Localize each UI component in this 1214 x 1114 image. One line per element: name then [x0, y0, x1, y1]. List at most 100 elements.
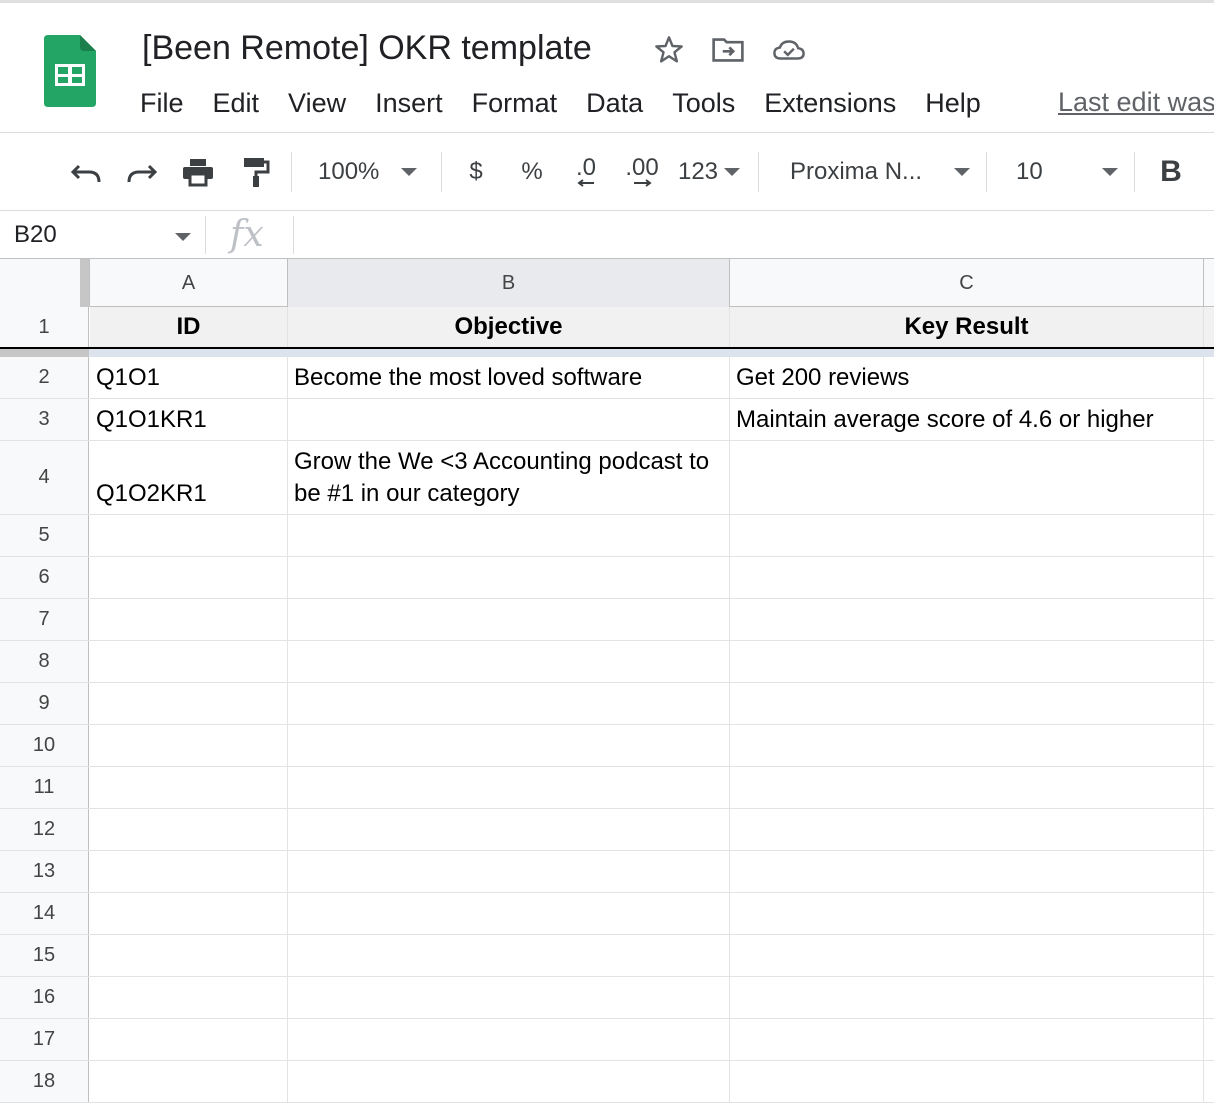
row-header[interactable]: 18 [0, 1061, 89, 1102]
row-header[interactable]: 13 [0, 851, 89, 892]
cell[interactable] [90, 851, 288, 892]
cell[interactable] [90, 767, 288, 808]
cell[interactable] [288, 557, 730, 598]
menu-edit[interactable]: Edit [213, 88, 260, 119]
row-header[interactable]: 11 [0, 767, 89, 808]
cell[interactable] [288, 725, 730, 766]
cell[interactable] [288, 809, 730, 850]
sheets-logo-icon[interactable] [44, 35, 96, 107]
cell-c4[interactable] [730, 441, 1204, 514]
cell[interactable] [288, 641, 730, 682]
cell[interactable] [90, 1061, 288, 1102]
cell[interactable] [288, 683, 730, 724]
cell-b2[interactable]: Become the most loved software [288, 357, 730, 398]
paint-format-icon[interactable] [236, 152, 276, 192]
name-box[interactable]: B20 [14, 221, 57, 249]
move-folder-icon[interactable] [711, 33, 745, 67]
cell[interactable] [730, 977, 1204, 1018]
menu-extensions[interactable]: Extensions [764, 88, 896, 119]
select-all-corner[interactable] [0, 259, 90, 307]
row-header[interactable]: 7 [0, 599, 89, 640]
undo-icon[interactable] [66, 152, 106, 192]
cell[interactable] [288, 893, 730, 934]
bold-button[interactable]: B [1154, 152, 1188, 192]
cell[interactable] [730, 809, 1204, 850]
row-header[interactable]: 15 [0, 935, 89, 976]
row-header[interactable]: 12 [0, 809, 89, 850]
cell[interactable] [90, 893, 288, 934]
row-header[interactable]: 9 [0, 683, 89, 724]
frozen-row-divider[interactable] [0, 349, 1214, 357]
cell-a1[interactable]: ID [90, 307, 288, 347]
document-title[interactable]: [Been Remote] OKR template [142, 29, 592, 68]
row-header[interactable]: 1 [0, 307, 89, 347]
cloud-saved-icon[interactable] [772, 33, 806, 67]
menu-view[interactable]: View [288, 88, 346, 119]
increase-decimal-button[interactable]: .00 [620, 152, 664, 192]
redo-icon[interactable] [122, 152, 162, 192]
row-header[interactable]: 14 [0, 893, 89, 934]
font-size-select[interactable]: 10 [1016, 152, 1118, 192]
cell[interactable] [90, 977, 288, 1018]
column-header-a[interactable]: A [90, 259, 288, 307]
cell[interactable] [730, 767, 1204, 808]
cell-c2[interactable]: Get 200 reviews [730, 357, 1204, 398]
percent-format-button[interactable]: % [516, 152, 548, 192]
cell-d1[interactable] [1204, 307, 1214, 347]
row-header[interactable]: 10 [0, 725, 89, 766]
currency-format-button[interactable]: $ [460, 152, 492, 192]
decrease-decimal-button[interactable]: .0 [566, 152, 606, 192]
menu-help[interactable]: Help [925, 88, 981, 119]
cell-a4[interactable]: Q1O2KR1 [90, 441, 288, 514]
cell-c3[interactable]: Maintain average score of 4.6 or higher [730, 399, 1204, 440]
cell-a2[interactable]: Q1O1 [90, 357, 288, 398]
cell[interactable] [730, 893, 1204, 934]
row-header[interactable]: 5 [0, 515, 89, 556]
row-header[interactable]: 3 [0, 399, 89, 440]
cell[interactable] [90, 599, 288, 640]
cell-b3[interactable] [288, 399, 730, 440]
freeze-handle[interactable] [80, 259, 89, 307]
cell[interactable] [90, 935, 288, 976]
cell[interactable] [288, 851, 730, 892]
font-family-select[interactable]: Proxima N... [790, 152, 970, 192]
row-header[interactable]: 17 [0, 1019, 89, 1060]
cell[interactable] [90, 683, 288, 724]
cell[interactable] [288, 515, 730, 556]
menu-data[interactable]: Data [586, 88, 643, 119]
cell[interactable] [730, 683, 1204, 724]
cell[interactable] [288, 977, 730, 1018]
cell[interactable] [730, 641, 1204, 682]
last-edit-link[interactable]: Last edit was [1058, 87, 1214, 118]
cell[interactable] [730, 1019, 1204, 1060]
cell-d4[interactable] [1204, 441, 1214, 514]
cell[interactable] [730, 725, 1204, 766]
cell[interactable] [730, 935, 1204, 976]
menu-format[interactable]: Format [472, 88, 558, 119]
row-header[interactable]: 6 [0, 557, 89, 598]
cell[interactable] [90, 725, 288, 766]
cell[interactable] [730, 557, 1204, 598]
cell[interactable] [90, 515, 288, 556]
cell[interactable] [730, 1061, 1204, 1102]
frozen-row-handle[interactable] [0, 349, 89, 357]
row-header[interactable]: 4 [0, 441, 89, 514]
cell[interactable] [730, 515, 1204, 556]
cell[interactable] [90, 641, 288, 682]
cell[interactable] [288, 935, 730, 976]
cell[interactable] [288, 1019, 730, 1060]
cell-a3[interactable]: Q1O1KR1 [90, 399, 288, 440]
cell-c1[interactable]: Key Result [730, 307, 1204, 347]
more-formats-button[interactable]: 123 [676, 152, 742, 192]
menu-insert[interactable]: Insert [375, 88, 443, 119]
cell[interactable] [90, 809, 288, 850]
row-header[interactable]: 16 [0, 977, 89, 1018]
cell[interactable] [90, 557, 288, 598]
cell-d3[interactable] [1204, 399, 1214, 440]
cell[interactable] [730, 851, 1204, 892]
formula-input[interactable] [300, 220, 1200, 252]
cell[interactable] [288, 1061, 730, 1102]
star-icon[interactable] [652, 33, 686, 67]
row-header[interactable]: 2 [0, 357, 89, 398]
menu-file[interactable]: File [140, 88, 184, 119]
